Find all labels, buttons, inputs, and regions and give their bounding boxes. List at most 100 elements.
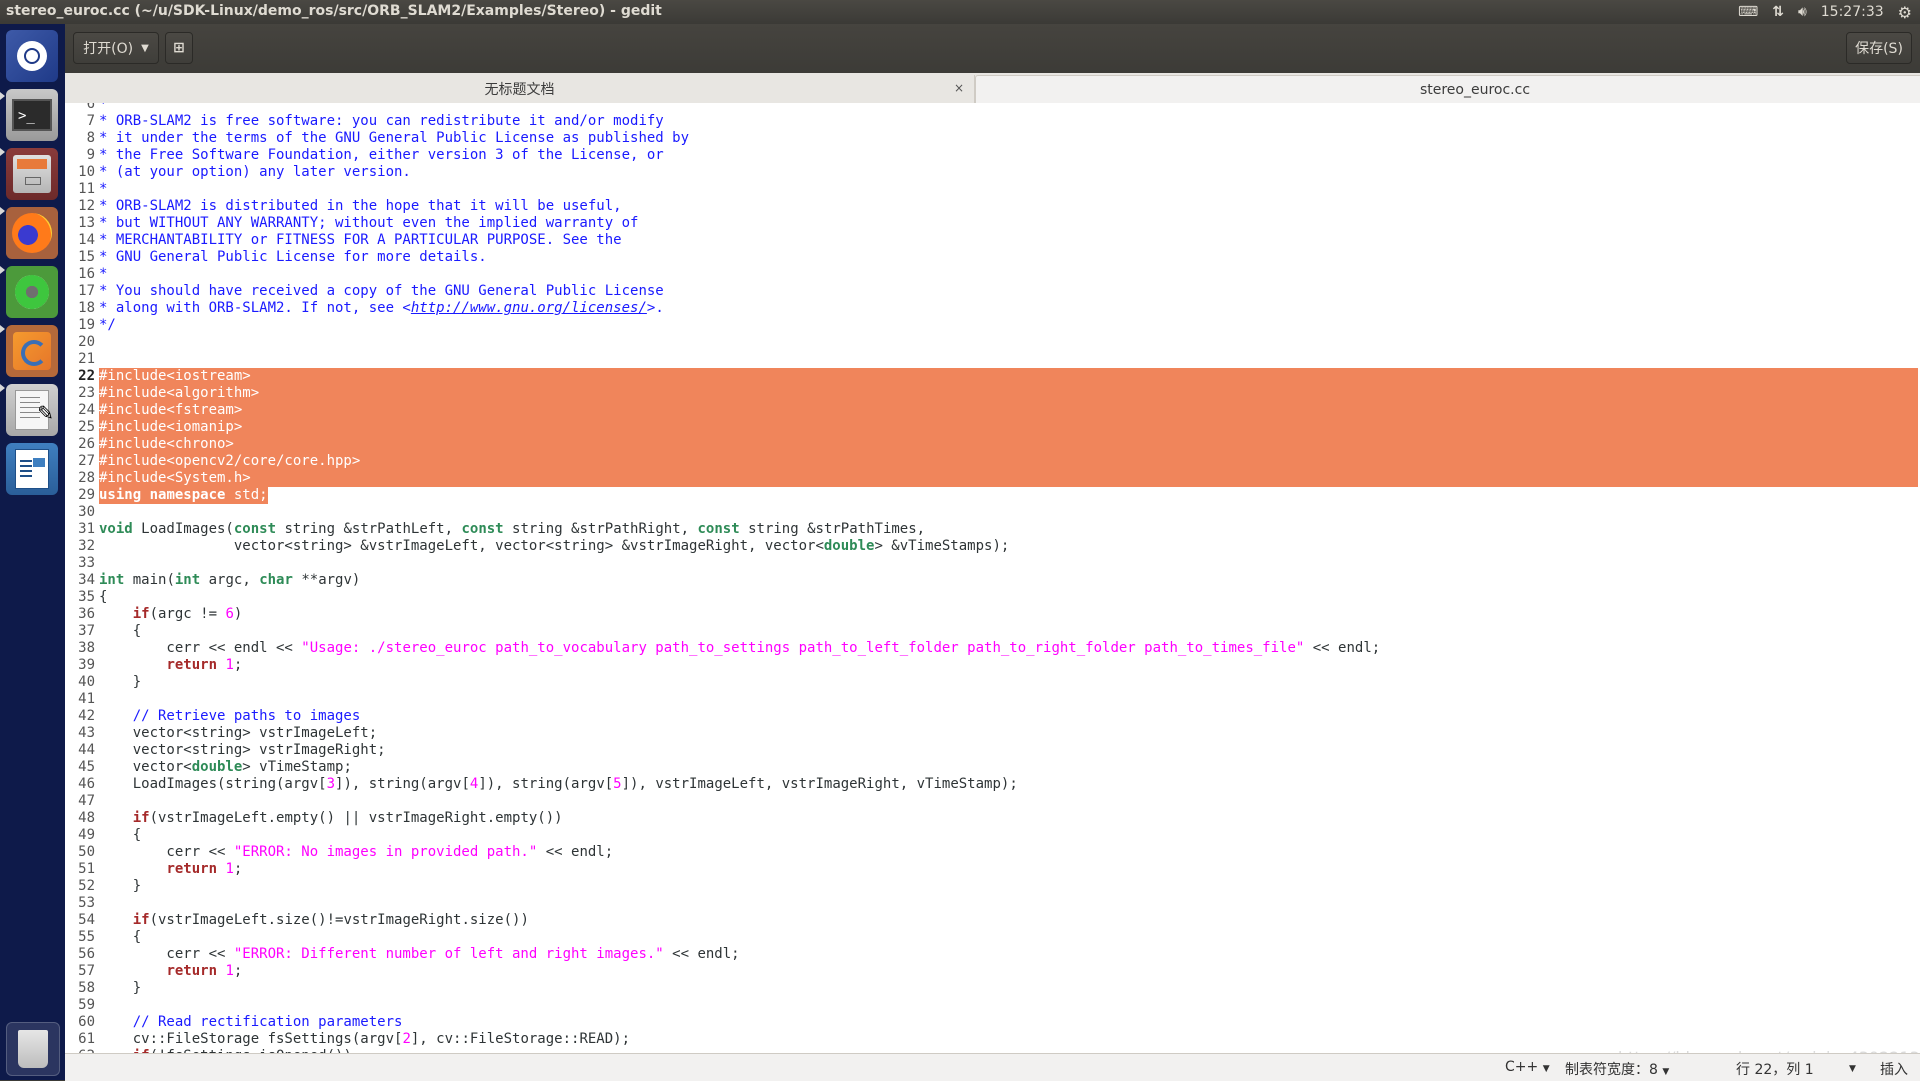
code-line[interactable]: 19 */ [65, 317, 1920, 334]
code-line[interactable]: 54 if(vstrImageLeft.size()!=vstrImageRig… [65, 912, 1920, 929]
line-number: 48 [78, 810, 95, 826]
code-line[interactable]: 26 #include<chrono> [65, 436, 1920, 453]
code-line[interactable]: 57 return 1; [65, 963, 1920, 980]
new-tab-button[interactable]: ⊞ [165, 32, 193, 64]
code-line[interactable]: 60 // Read rectification parameters [65, 1014, 1920, 1031]
code-line[interactable]: 53 [65, 895, 1920, 912]
code-line[interactable]: 15 * GNU General Public License for more … [65, 249, 1920, 266]
code-line[interactable]: 34 int main(int argc, char **argv) [65, 572, 1920, 589]
code-line[interactable]: 7 * ORB-SLAM2 is free software: you can r… [65, 113, 1920, 130]
code-line[interactable]: 23 #include<algorithm> [65, 385, 1920, 402]
code-line[interactable]: 10 * (at your option) any later version. [65, 164, 1920, 181]
launcher: >_ ✎ [0, 24, 66, 1080]
line-number: 13 [78, 215, 95, 231]
line-text: #include<fstream> [99, 402, 243, 418]
code-line[interactable]: 41 [65, 691, 1920, 708]
code-line[interactable]: 46 LoadImages(string(argv[3]), string(ar… [65, 776, 1920, 793]
code-line[interactable]: 42 // Retrieve paths to images [65, 708, 1920, 725]
open-button[interactable]: 打开(O) ▼ [73, 32, 159, 64]
code-line[interactable]: 38 cerr << endl << "Usage: ./stereo_euro… [65, 640, 1920, 657]
running-indicator [0, 266, 5, 274]
code-line[interactable]: 32 vector<string> &vstrImageLeft, vector… [65, 538, 1920, 555]
line-number: 27 [78, 453, 95, 469]
code-line[interactable]: 31 void LoadImages(const string &strPathL… [65, 521, 1920, 538]
code-line[interactable]: 13 * but WITHOUT ANY WARRANTY; without ev… [65, 215, 1920, 232]
code-line[interactable]: 12 * ORB-SLAM2 is distributed in the hope… [65, 198, 1920, 215]
line-number: 40 [78, 674, 95, 690]
code-line[interactable]: 49 { [65, 827, 1920, 844]
line-text: } [99, 674, 142, 690]
code-line[interactable]: 30 [65, 504, 1920, 521]
code-line[interactable]: 50 cerr << "ERROR: No images in provided… [65, 844, 1920, 861]
volume-icon[interactable]: 🔊︎ [1798, 4, 1807, 20]
launcher-item-meld[interactable] [6, 325, 58, 377]
code-line[interactable]: 61 cv::FileStorage fsSettings(argv[2], c… [65, 1031, 1920, 1048]
code-line[interactable]: 24 #include<fstream> [65, 402, 1920, 419]
code-line[interactable]: 44 vector<string> vstrImageRight; [65, 742, 1920, 759]
code-lines: 6 * 7 * ORB-SLAM2 is free software: you can… [65, 103, 1920, 1053]
code-line[interactable]: 45 vector<double> vTimeStamp; [65, 759, 1920, 776]
launcher-item-trash[interactable] [6, 1022, 60, 1076]
launcher-item-terminal[interactable]: >_ [6, 89, 58, 141]
code-line[interactable]: 20 [65, 334, 1920, 351]
close-icon[interactable]: × [954, 81, 964, 95]
launcher-item-kdevelop[interactable] [6, 266, 58, 318]
line-number: 52 [78, 878, 95, 894]
line-text: #include<algorithm> [99, 385, 260, 401]
code-line[interactable]: 8 * it under the terms of the GNU General… [65, 130, 1920, 147]
code-line[interactable]: 22 #include<iostream> [65, 368, 1920, 385]
code-line[interactable]: 14 * MERCHANTABILITY or FITNESS FOR A PAR… [65, 232, 1920, 249]
code-line[interactable]: 47 [65, 793, 1920, 810]
tab-stereo-euroc[interactable]: stereo_euroc.cc × [975, 75, 1920, 103]
code-line[interactable]: 39 return 1; [65, 657, 1920, 674]
gear-power-icon[interactable]: ⚙ [1898, 3, 1912, 22]
code-line[interactable]: 17 * You should have received a copy of t… [65, 283, 1920, 300]
line-text: { [99, 623, 142, 639]
code-line[interactable]: 59 [65, 997, 1920, 1014]
launcher-item-writer[interactable] [6, 443, 58, 495]
line-text: if(argc != 6) [132, 606, 243, 622]
code-line[interactable]: 40 } [65, 674, 1920, 691]
code-line[interactable]: 43 vector<string> vstrImageLeft; [65, 725, 1920, 742]
code-line[interactable]: 27 #include<opencv2/core/core.hpp> [65, 453, 1920, 470]
chevron-down-icon[interactable]: ▼ [1849, 1059, 1856, 1075]
code-line[interactable]: 48 if(vstrImageLeft.empty() || vstrImage… [65, 810, 1920, 827]
code-line[interactable]: 33 [65, 555, 1920, 572]
code-line[interactable]: 52 } [65, 878, 1920, 895]
code-line[interactable]: 56 cerr << "ERROR: Different number of l… [65, 946, 1920, 963]
code-line[interactable]: 35{ [65, 589, 1920, 606]
cursor-position[interactable]: 行 22，列 1 [1736, 1059, 1814, 1079]
code-line[interactable]: 55 { [65, 929, 1920, 946]
tab-width-selector[interactable]: 制表符宽度：8 ▼ [1565, 1059, 1669, 1079]
code-line[interactable]: 21 [65, 351, 1920, 368]
code-line[interactable]: 29 using namespace std; [65, 487, 1920, 504]
code-line[interactable]: 6 * [65, 103, 1920, 113]
line-number: 8 [86, 130, 95, 146]
code-line[interactable]: 16 * [65, 266, 1920, 283]
tab-untitled[interactable]: 无标题文档 × [65, 75, 975, 103]
code-line[interactable]: 36 if(argc != 6) [65, 606, 1920, 623]
code-line[interactable]: 25 #include<iomanip> [65, 419, 1920, 436]
code-line[interactable]: 28 #include<System.h> [65, 470, 1920, 487]
code-line[interactable]: 58 } [65, 980, 1920, 997]
network-updown-icon[interactable]: ⇅ [1772, 4, 1784, 20]
launcher-item-firefox[interactable] [6, 207, 58, 259]
code-line[interactable]: 11 * [65, 181, 1920, 198]
code-line[interactable]: 18 * along with ORB-SLAM2. If not, see <h… [65, 300, 1920, 317]
save-button[interactable]: 保存(S) [1846, 32, 1912, 64]
keyboard-icon[interactable]: ⌨ [1738, 4, 1758, 20]
code-editor[interactable]: 6 * 7 * ORB-SLAM2 is free software: you can… [65, 103, 1920, 1053]
line-number: 23 [78, 385, 95, 401]
launcher-item-files[interactable] [6, 148, 58, 200]
launcher-item-gedit[interactable]: ✎ [6, 384, 58, 436]
language-selector[interactable]: C++ ▼ [1505, 1059, 1550, 1075]
clock[interactable]: 15:27:33 [1821, 4, 1884, 20]
code-line[interactable]: 37 { [65, 623, 1920, 640]
text-editor-icon: ✎ [15, 390, 54, 430]
code-line[interactable]: 9 * the Free Software Foundation, either … [65, 147, 1920, 164]
insert-mode[interactable]: 插入 [1880, 1059, 1908, 1079]
line-number: 20 [78, 334, 95, 350]
launcher-item-dash[interactable] [6, 30, 58, 82]
code-line[interactable]: 51 return 1; [65, 861, 1920, 878]
line-number: 28 [78, 470, 95, 486]
